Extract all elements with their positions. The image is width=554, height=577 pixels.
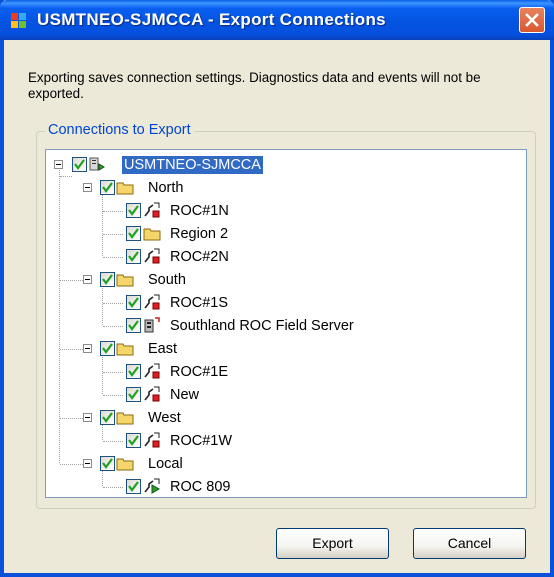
folder-icon — [116, 271, 134, 288]
roc-device-icon — [143, 386, 161, 403]
checkbox-checked[interactable] — [126, 249, 141, 264]
tree-node-west[interactable]: West — [46, 407, 526, 429]
checkbox-checked[interactable] — [126, 433, 141, 448]
check-icon — [128, 435, 139, 446]
close-button[interactable] — [519, 7, 545, 33]
tree-label: Southland ROC Field Server — [170, 318, 354, 334]
folder-icon — [116, 455, 134, 472]
check-icon — [128, 320, 139, 331]
tree-node-roc1w[interactable]: ROC#1W — [46, 430, 526, 452]
tree-node-region2[interactable]: Region 2 — [46, 223, 526, 245]
check-icon — [128, 228, 139, 239]
tree-label: North — [148, 180, 184, 196]
group-label: Connections to Export — [45, 122, 194, 138]
checkbox-checked[interactable] — [126, 226, 141, 241]
tree-node-roc1n[interactable]: ROC#1N — [46, 200, 526, 222]
close-icon — [525, 13, 539, 27]
checkbox-checked[interactable] — [126, 387, 141, 402]
tree-label: Region 2 — [170, 226, 229, 242]
folder-icon — [116, 409, 134, 426]
tree-node-east[interactable]: East — [46, 338, 526, 360]
collapse-icon[interactable] — [83, 459, 92, 468]
tree-node-new[interactable]: New — [46, 384, 526, 406]
tree-label: New — [170, 387, 200, 403]
roc-device-icon — [143, 202, 161, 219]
roc-device-icon — [143, 248, 161, 265]
check-icon — [128, 205, 139, 216]
title-bar[interactable]: USMTNEO-SJMCCA - Export Connections — [0, 0, 554, 40]
tree-label: South — [148, 272, 186, 288]
check-icon — [102, 412, 113, 423]
collapse-icon[interactable] — [83, 413, 92, 422]
tree-label: East — [148, 341, 178, 357]
collapse-icon[interactable] — [83, 344, 92, 353]
checkbox-checked[interactable] — [126, 318, 141, 333]
tree-label: ROC#1E — [170, 364, 229, 380]
check-icon — [102, 274, 113, 285]
window-title: USMTNEO-SJMCCA - Export Connections — [37, 10, 386, 29]
checkbox-checked[interactable] — [72, 157, 87, 172]
description-text: Exporting saves connection settings. Dia… — [28, 70, 481, 101]
tree-label: ROC 809 — [170, 479, 231, 495]
check-icon — [128, 297, 139, 308]
collapse-icon[interactable] — [54, 160, 63, 169]
checkbox-checked[interactable] — [100, 272, 115, 287]
export-button[interactable]: Export — [276, 528, 389, 559]
check-icon — [102, 458, 113, 469]
checkbox-checked[interactable] — [100, 456, 115, 471]
tree-label: ROC#1N — [170, 203, 229, 219]
check-icon — [128, 481, 139, 492]
check-icon — [102, 182, 113, 193]
check-icon — [128, 366, 139, 377]
cancel-button[interactable]: Cancel — [413, 528, 526, 559]
checkbox-checked[interactable] — [126, 295, 141, 310]
tree-node-roc1e[interactable]: ROC#1E — [46, 361, 526, 383]
tree-node-roc1s[interactable]: ROC#1S — [46, 292, 526, 314]
tree-node-root[interactable]: USMTNEO-SJMCCA — [46, 154, 526, 176]
server-icon — [88, 156, 106, 173]
tree-node-local[interactable]: Local — [46, 453, 526, 475]
roc809-device-icon — [143, 478, 161, 495]
check-icon — [128, 389, 139, 400]
tree-label: ROC#2N — [170, 249, 229, 265]
check-icon — [74, 159, 85, 170]
collapse-icon[interactable] — [83, 183, 92, 192]
tree-label: USMTNEO-SJMCCA — [122, 156, 263, 174]
tree-label: Local — [148, 456, 183, 472]
folder-icon — [143, 225, 161, 242]
tree-node-north[interactable]: North — [46, 177, 526, 199]
folder-icon — [116, 179, 134, 196]
tree-label: West — [148, 410, 181, 426]
check-icon — [128, 251, 139, 262]
checkbox-checked[interactable] — [126, 479, 141, 494]
tree-node-southland[interactable]: Southland ROC Field Server — [46, 315, 526, 337]
checkbox-checked[interactable] — [100, 410, 115, 425]
tree-node-roc2n[interactable]: ROC#2N — [46, 246, 526, 268]
app-icon — [11, 13, 27, 29]
tree-node-south[interactable]: South — [46, 269, 526, 291]
checkbox-checked[interactable] — [100, 180, 115, 195]
checkbox-checked[interactable] — [100, 341, 115, 356]
collapse-icon[interactable] — [83, 275, 92, 284]
roc-device-icon — [143, 294, 161, 311]
checkbox-checked[interactable] — [126, 203, 141, 218]
tree-label: ROC#1W — [170, 433, 233, 449]
roc-device-icon — [143, 363, 161, 380]
folder-icon — [116, 340, 134, 357]
checkbox-checked[interactable] — [126, 364, 141, 379]
check-icon — [102, 343, 113, 354]
tree-line — [103, 487, 123, 488]
field-server-icon — [143, 317, 161, 334]
roc-device-icon — [143, 432, 161, 449]
connections-tree[interactable]: USMTNEO-SJMCCA North ROC#1N Region 2 ROC… — [45, 149, 527, 498]
tree-label: ROC#1S — [170, 295, 229, 311]
